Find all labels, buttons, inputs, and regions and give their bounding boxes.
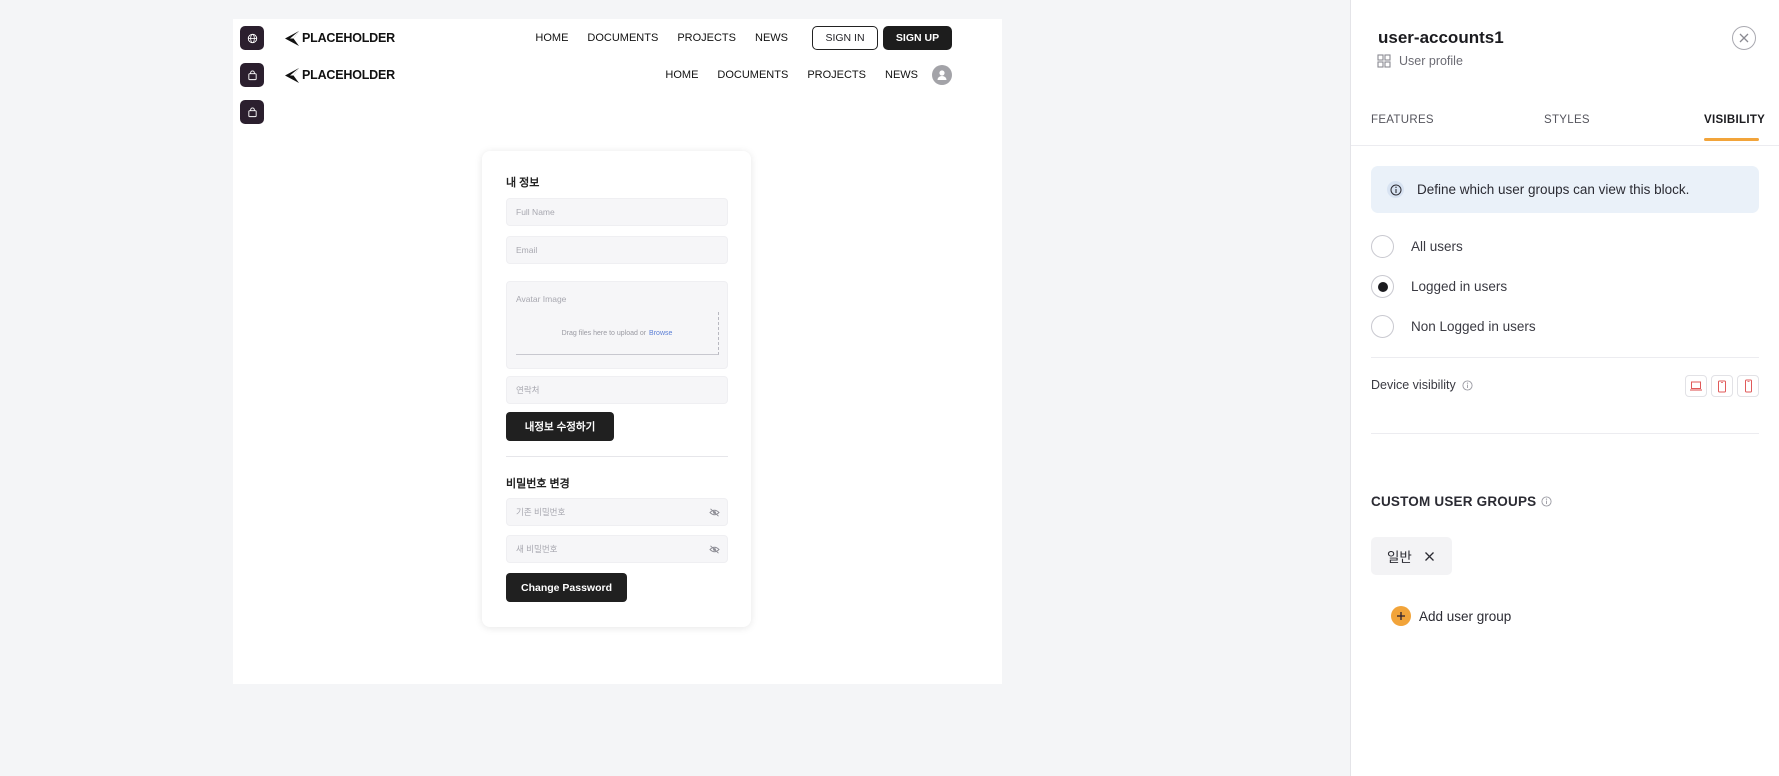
navbar-guest: PLACEHOLDER HOME DOCUMENTS PROJECTS NEWS… [284,26,952,50]
logo-mark-icon [285,30,299,46]
radio-label: Logged in users [1411,279,1508,294]
radio-logged-in-users[interactable]: Logged in users [1371,275,1507,298]
contact-placeholder: 연락처 [516,385,540,395]
tab-styles[interactable]: STYLES [1544,114,1590,126]
user-group-label: 일반 [1387,550,1412,565]
logo-mark-icon [285,67,299,83]
device-visibility-label: Device visibility [1371,378,1473,392]
settings-panel: user-accounts1 User profile FEATURES STY… [1350,0,1779,776]
block-chip-globe[interactable] [240,26,264,50]
navbar-logged-in: PLACEHOLDER HOME DOCUMENTS PROJECTS NEWS [284,63,952,87]
radio-button[interactable] [1371,315,1394,338]
add-user-group-button[interactable]: Add user group [1391,606,1511,626]
dropzone-text: Drag files here to upload or [561,329,647,337]
canvas-preview: PLACEHOLDER HOME DOCUMENTS PROJECTS NEWS… [233,19,1002,684]
nav-home[interactable]: HOME [665,69,698,81]
update-profile-button[interactable]: 내정보 수정하기 [506,412,614,441]
radio-button[interactable] [1371,235,1394,258]
full-name-field[interactable]: Full Name [506,198,728,226]
avatar-upload: Avatar Image Drag files here to upload o… [506,281,728,369]
close-icon [1424,551,1434,561]
sign-up-button[interactable]: SIGN UP [883,26,952,50]
panel-subtitle: User profile [1377,54,1463,68]
logo-text: PLACEHOLDER [302,68,395,82]
radio-dot [1377,281,1388,292]
radio-all-users[interactable]: All users [1371,235,1463,258]
change-password-button[interactable]: Change Password [506,573,627,602]
email-placeholder: Email [516,245,538,255]
radio-label: Non Logged in users [1411,319,1536,334]
nav-projects[interactable]: PROJECTS [677,32,736,44]
divider [1371,357,1759,358]
nav-news[interactable]: NEWS [755,32,788,44]
tab-features[interactable]: FEATURES [1371,114,1434,126]
new-password-field[interactable]: 새 비밀번호 [506,535,728,563]
nav-home[interactable]: HOME [535,32,568,44]
device-visibility-text: Device visibility [1371,378,1456,392]
radio-non-logged-in-users[interactable]: Non Logged in users [1371,315,1536,338]
globe-icon [247,33,257,43]
grid-icon [1377,54,1391,68]
info-banner: Define which user groups can view this b… [1371,166,1759,213]
panel-title: user-accounts1 [1378,28,1504,47]
panel-subtitle-text: User profile [1399,54,1463,68]
device-visibility-toggles [1685,375,1759,397]
info-icon[interactable] [1541,496,1552,507]
custom-groups-title: CUSTOM USER GROUPS [1371,494,1552,509]
logo-text: PLACEHOLDER [302,31,395,45]
plus-icon [1391,606,1411,626]
radio-button-selected[interactable] [1371,275,1394,298]
tablet-toggle[interactable] [1711,375,1733,397]
nav-documents[interactable]: DOCUMENTS [587,32,658,44]
tab-visibility[interactable]: VISIBILITY [1704,114,1765,126]
logo[interactable]: PLACEHOLDER [284,67,395,84]
avatar-label: Avatar Image [516,294,567,304]
user-profile-card: 내 정보 Full Name Email Avatar Image Drag f… [482,151,751,627]
block-chip-bag-2[interactable] [240,100,264,124]
logo[interactable]: PLACEHOLDER [284,30,395,47]
full-name-placeholder: Full Name [516,207,555,217]
contact-field[interactable]: 연락처 [506,376,728,404]
desktop-toggle[interactable] [1685,375,1707,397]
block-chip-bag[interactable] [240,63,264,87]
radio-label: All users [1411,239,1463,254]
user-group-tag: 일반 [1371,537,1452,575]
divider [506,456,728,457]
divider [1371,433,1759,434]
laptop-icon [1690,381,1702,391]
close-icon [1739,33,1749,43]
mobile-icon [1744,379,1752,393]
info-icon [1387,181,1404,198]
new-password-placeholder: 새 비밀번호 [516,544,558,554]
shopping-bag-icon [247,69,257,80]
user-avatar-icon[interactable] [932,65,952,85]
nav-documents[interactable]: DOCUMENTS [717,69,788,81]
password-title: 비밀번호 변경 [506,478,570,490]
eye-off-icon[interactable] [709,508,720,517]
mobile-toggle[interactable] [1737,375,1759,397]
custom-groups-title-text: CUSTOM USER GROUPS [1371,494,1537,509]
current-password-placeholder: 기존 비밀번호 [516,507,566,517]
info-icon[interactable] [1462,379,1473,391]
nav-projects[interactable]: PROJECTS [807,69,866,81]
browse-link[interactable]: Browse [649,330,672,337]
avatar-dropzone[interactable]: Drag files here to upload or Browse [516,312,719,355]
sign-in-button[interactable]: SIGN IN [812,26,878,50]
eye-off-icon[interactable] [709,545,720,554]
remove-group-button[interactable] [1424,551,1435,562]
tablet-icon [1718,380,1726,392]
info-text: Define which user groups can view this b… [1417,182,1690,197]
active-tab-indicator [1704,138,1759,141]
nav-news[interactable]: NEWS [885,69,918,81]
current-password-field[interactable]: 기존 비밀번호 [506,498,728,526]
close-button[interactable] [1732,26,1756,50]
profile-title: 내 정보 [506,177,540,189]
add-user-group-label: Add user group [1419,608,1512,624]
email-field[interactable]: Email [506,236,728,264]
shopping-bag-icon [247,106,257,117]
